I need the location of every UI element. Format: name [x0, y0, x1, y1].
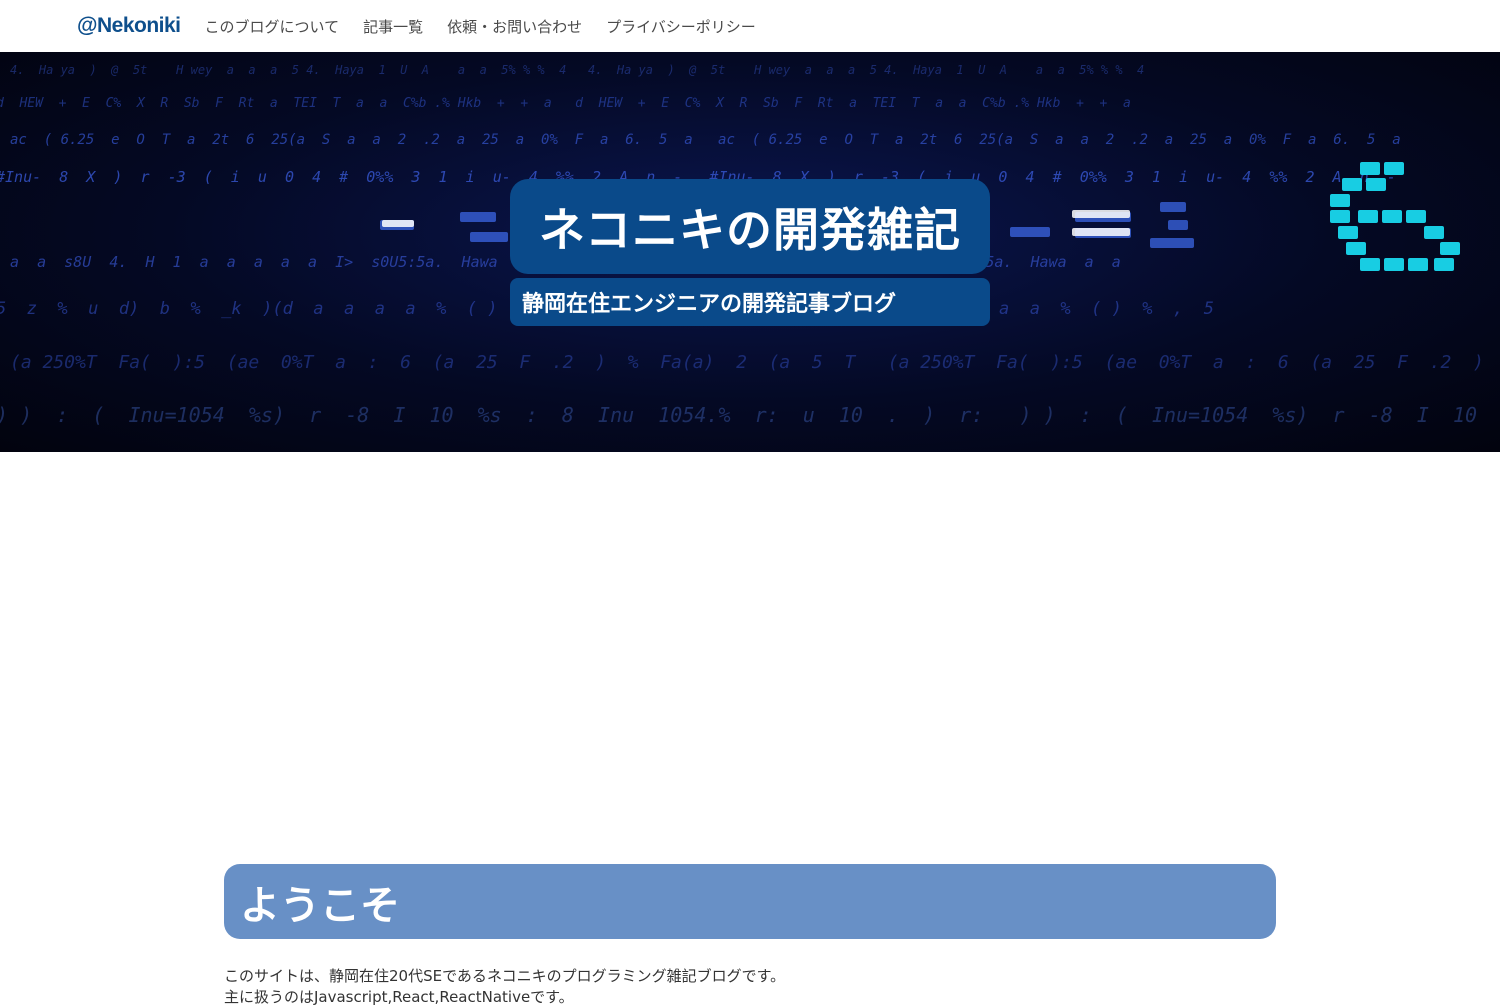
intro-text: このサイトは、静岡在住20代SEであるネコニキのプログラミング雑記ブログです。 …	[224, 966, 1276, 1008]
site-title: ネコニキの開発雑記	[538, 202, 962, 257]
pixel-block	[1342, 178, 1362, 191]
code-row-text: 4. Ha ya ) @ 5t H wey a a a 5 4. Haya 1 …	[10, 63, 1144, 77]
code-row-text: (a 250%T Fa( ):5 (ae 0%T a : 6 (a 25 F .…	[10, 352, 1500, 373]
code-row-text: d HEW + E C% X R Sb F Rt a TEI T a a C%b…	[0, 96, 1131, 111]
pixel-block	[1440, 242, 1460, 255]
site-subtitle: 静岡在住エンジニアの開発記事ブログ	[522, 292, 897, 317]
pixel-block	[470, 232, 508, 242]
hero-banner: 4. Ha ya ) @ 5t H wey a a a 5 4. Haya 1 …	[0, 52, 1500, 452]
pixel-block	[1168, 220, 1188, 230]
pixel-block	[1338, 226, 1358, 239]
pixel-block	[1010, 227, 1050, 237]
pixel-block	[1384, 162, 1404, 175]
pixel-block	[1346, 242, 1366, 255]
pixel-block	[460, 212, 496, 222]
pixel-block	[1360, 258, 1380, 271]
nav-link-privacy[interactable]: プライバシーポリシー	[606, 16, 756, 37]
welcome-heading: ようこそ	[240, 882, 400, 929]
pixel-block	[1366, 178, 1386, 191]
nav-link-contact[interactable]: 依頼・お問い合わせ	[447, 16, 582, 37]
pixel-block	[1424, 226, 1444, 239]
nav-link-about[interactable]: このブログについて	[205, 16, 340, 37]
pixel-block	[1072, 210, 1130, 218]
intro-line: このサイトは、静岡在住20代SEであるネコニキのプログラミング雑記ブログです。	[224, 967, 786, 985]
intro-line: 主に扱うのはJavascript,React,ReactNativeです。	[224, 988, 574, 1006]
pixel-block	[1160, 202, 1186, 212]
pixel-block	[1384, 258, 1404, 271]
pixel-block	[1434, 258, 1454, 271]
nav-link-articles[interactable]: 記事一覧	[363, 16, 423, 37]
pixel-block	[1072, 228, 1130, 236]
code-row-text: ) ) : ( Inu=1054 %s) r -8 I 10 %s : 8 In…	[0, 403, 1500, 427]
pixel-block	[1408, 258, 1428, 271]
pixel-block	[1360, 162, 1380, 175]
site-title-box: ネコニキの開発雑記	[510, 179, 990, 274]
top-navbar: @Nekoniki このブログについて 記事一覧 依頼・お問い合わせ プライバシ…	[0, 0, 1500, 52]
code-row-text: ac ( 6.25 e O T a 2t 6 25(a S a a 2 .2 a…	[10, 132, 1401, 148]
welcome-heading-box: ようこそ	[224, 864, 1276, 939]
pixel-block	[1330, 194, 1350, 207]
site-subtitle-box: 静岡在住エンジニアの開発記事ブログ	[510, 278, 990, 326]
pixel-block	[1358, 210, 1378, 223]
pixel-block	[1406, 210, 1426, 223]
pixel-block	[382, 220, 414, 227]
pixel-block	[1330, 210, 1350, 223]
pixel-block	[1150, 238, 1194, 248]
brand-logo-link[interactable]: @Nekoniki	[77, 14, 181, 38]
pixel-block	[1382, 210, 1402, 223]
